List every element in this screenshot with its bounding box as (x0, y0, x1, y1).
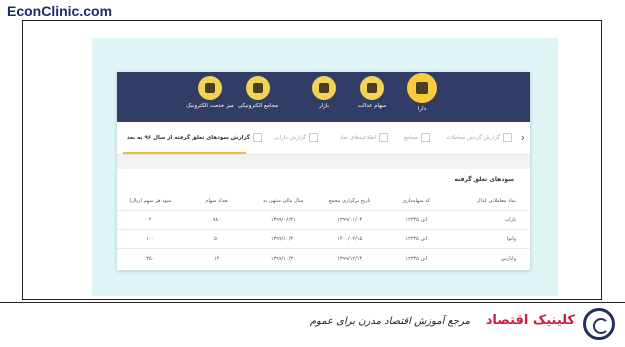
gift-icon (407, 73, 437, 103)
table-cell: ۱۴ (214, 255, 220, 262)
table-cell: ۱۳۹۹/۰۶/۳۱ (270, 217, 296, 223)
nav-item-label: میز خدمت الکترونیک (186, 103, 234, 109)
table-header-row: نماد معاملاتی کدال کد سهامداری تاریخ برگ… (117, 192, 530, 211)
brand-name: کلینیک اقتصاد (485, 313, 575, 328)
nav-item-label: بازار (318, 103, 330, 109)
table-cell: ۱۳۹۹/۱۰/۳۰ (270, 236, 296, 242)
table-cell: آتن ۱۲۳۴۵ (405, 255, 428, 262)
tab-label: گزارش دارایی (273, 134, 306, 141)
table-cell: ۲ (148, 217, 152, 223)
footer-divider (0, 302, 625, 303)
section-divider (117, 155, 530, 169)
table-header-cell: نماد معاملاتی کدال (476, 198, 516, 204)
tab-label: گزارش سودهای تعلق گرفته از سال ۹۶ به بعد (126, 134, 250, 141)
justice-shares-icon (360, 76, 384, 100)
assets-icon (309, 133, 318, 142)
report-icon (503, 133, 512, 142)
table-row[interactable]: واپارس آتن ۱۲۳۴۵ ۱۳۹۹/۱۲/۱۴ ۱۳۹۹/۱۰/۳۰ ۱… (117, 249, 530, 268)
section-title: سودهای تعلق گرفته (454, 176, 514, 183)
table-cell: وانوا (506, 236, 516, 242)
table-header-cell: تعداد سهام (205, 198, 229, 204)
table-cell: تاراب (504, 217, 516, 223)
table-cell: واپارس (500, 255, 516, 262)
table-row[interactable]: وانوا آتن ۱۲۳۴۵ ۱۴۰۰/۰۲/۱۵ ۱۳۹۹/۱۰/۳۰ ۵۰… (117, 230, 530, 249)
top-nav: دارا سهام عدالت بازار مجامع الکترونیکی م… (117, 72, 530, 122)
notice-icon (379, 133, 388, 142)
table-cell: ۱۳۹۹/۰۱/۰۳ (337, 217, 363, 223)
tab-label: اطلاعیه‌های نماد (339, 134, 376, 141)
table-cell: ۱۰۰ (146, 236, 155, 242)
tab-dividends-report[interactable]: گزارش سودهای تعلق گرفته از سال ۹۶ به بعد (127, 133, 262, 142)
table-header-cell: کد سهامداری (402, 198, 431, 204)
tab-transactions-report[interactable]: گزارش گردش معاملات (446, 133, 512, 142)
market-icon (312, 76, 336, 100)
econclinic-logo-icon (583, 308, 615, 340)
service-desk-icon (198, 76, 222, 100)
dividends-table: نماد معاملاتی کدال کد سهامداری تاریخ برگ… (117, 192, 530, 268)
tab-meetings[interactable]: مجامع (404, 133, 430, 142)
tab-assets-report[interactable]: گزارش دارایی (273, 133, 318, 142)
nav-item-service-desk[interactable]: میز خدمت الکترونیک (180, 76, 240, 109)
table-row[interactable]: تاراب آتن ۱۲۳۴۵ ۱۳۹۹/۰۱/۰۳ ۱۳۹۹/۰۶/۳۱ ۹۸… (117, 211, 530, 230)
table-cell: ۱۴۰۰/۰۲/۱۵ (337, 236, 363, 242)
table-header-cell: سال مالی منتهی به (263, 198, 304, 204)
table-cell: ۱۳۹۹/۱۰/۳۰ (270, 255, 296, 262)
tab-bar: ‹ گزارش گردش معاملات مجامع اطلاعیه‌های ن… (117, 122, 530, 155)
meetings-tab-icon (421, 133, 430, 142)
meetings-icon (246, 76, 270, 100)
table-cell: آتن ۱۲۳۴۵ (405, 236, 428, 242)
table-cell: آتن ۱۲۳۴۵ (405, 217, 428, 223)
dividends-icon (253, 133, 262, 142)
table-cell: ۳۵۰ (146, 255, 155, 262)
tab-symbol-notices[interactable]: اطلاعیه‌های نماد (339, 133, 388, 142)
site-title: EconClinic.com (7, 3, 113, 19)
table-header-cell: تاریخ برگزاری مجمع (328, 198, 371, 204)
brand-slogan: مرجع آموزش اقتصاد مدرن برای عموم (309, 316, 470, 327)
nav-item-market[interactable]: بازار (294, 76, 354, 109)
table-cell: ۵۰ (214, 236, 220, 242)
table-cell: ۹۸۰ (212, 217, 221, 223)
tab-label: مجامع (403, 134, 418, 141)
chevron-right-icon[interactable]: ‹ (521, 131, 525, 144)
table-header-cell: سود هر سهم (ریال) (129, 198, 172, 204)
active-tab-indicator (123, 152, 246, 154)
table-cell: ۱۳۹۹/۱۲/۱۴ (337, 255, 363, 262)
tab-label: گزارش گردش معاملات (446, 134, 500, 141)
